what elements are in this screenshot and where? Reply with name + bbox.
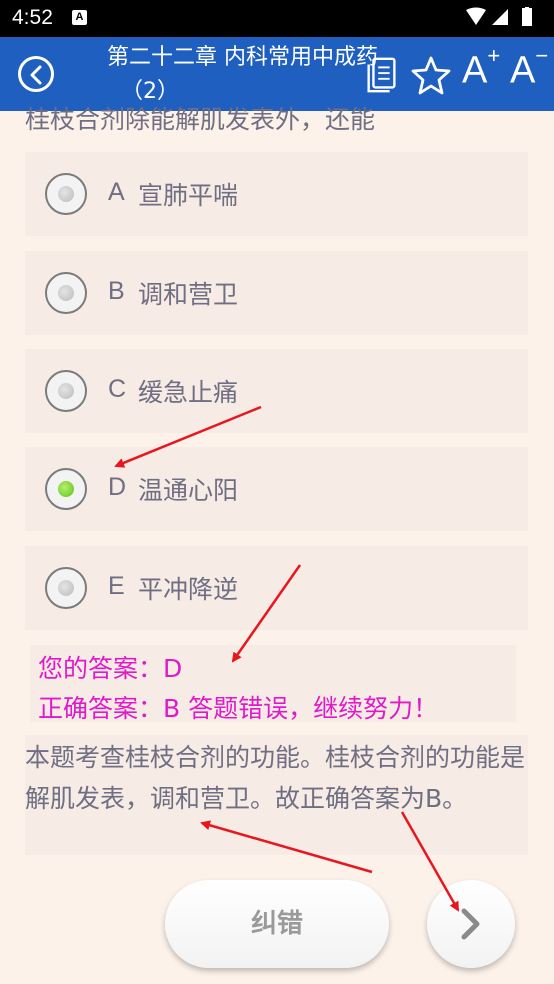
status-icons — [466, 7, 532, 26]
radio-button-selected[interactable] — [45, 468, 87, 510]
radio-button[interactable] — [45, 370, 87, 412]
option-text: 调和营卫 — [138, 280, 239, 309]
option-a[interactable]: A 宣肺平喘 — [25, 152, 528, 236]
option-letter: E — [108, 572, 125, 600]
font-increase-button[interactable]: A+ — [462, 43, 500, 93]
option-text: 温通心阳 — [138, 476, 239, 505]
font-decrease-button[interactable]: A− — [510, 43, 548, 93]
notification-icon: A — [72, 10, 87, 25]
radio-button[interactable] — [45, 567, 87, 609]
answer-box: 您的答案：D 正确答案：B 答题错误，继续努力！ — [30, 645, 516, 723]
your-answer: 您的答案：D — [38, 654, 183, 683]
star-icon[interactable] — [411, 55, 451, 95]
page-title-line1: 第二十二章 内科常用中成药 — [107, 45, 378, 70]
sheet-icon[interactable] — [364, 55, 400, 95]
radio-button[interactable] — [45, 173, 87, 215]
status-bar: 4:52 A — [0, 0, 554, 37]
status-time: 4:52 — [12, 6, 53, 29]
option-e[interactable]: E 平冲降逆 — [25, 546, 528, 630]
option-letter: C — [108, 375, 127, 403]
font-decrease-icon: A — [510, 49, 536, 92]
option-c[interactable]: C 缓急止痛 — [25, 349, 528, 433]
question-text: 桂枝合剂除能解肌发表外，还能 — [25, 105, 376, 134]
wifi-icon — [466, 7, 486, 25]
option-letter: D — [108, 473, 127, 501]
report-error-button[interactable]: 纠错 — [165, 880, 389, 968]
option-letter: A — [108, 178, 125, 206]
font-increase-icon: A — [462, 49, 488, 92]
battery-icon — [522, 8, 532, 26]
correct-answer: 正确答案：B 答题错误，继续努力！ — [38, 694, 439, 723]
back-icon — [30, 65, 42, 85]
chevron-right-icon — [461, 908, 480, 940]
option-text: 平冲降逆 — [138, 575, 239, 604]
explanation-text: 本题考查桂枝合剂的功能。桂枝合剂的功能是解肌发表，调和营卫。故正确答案为B。 — [25, 735, 528, 855]
option-d[interactable]: D 温通心阳 — [25, 447, 528, 531]
option-text: 宣肺平喘 — [138, 181, 239, 210]
signal-icon — [492, 9, 508, 25]
option-text: 缓急止痛 — [138, 378, 239, 407]
back-button[interactable] — [18, 56, 54, 92]
radio-button[interactable] — [45, 272, 87, 314]
option-letter: B — [108, 277, 125, 305]
option-b[interactable]: B 调和营卫 — [25, 251, 528, 335]
next-button[interactable] — [427, 880, 515, 968]
